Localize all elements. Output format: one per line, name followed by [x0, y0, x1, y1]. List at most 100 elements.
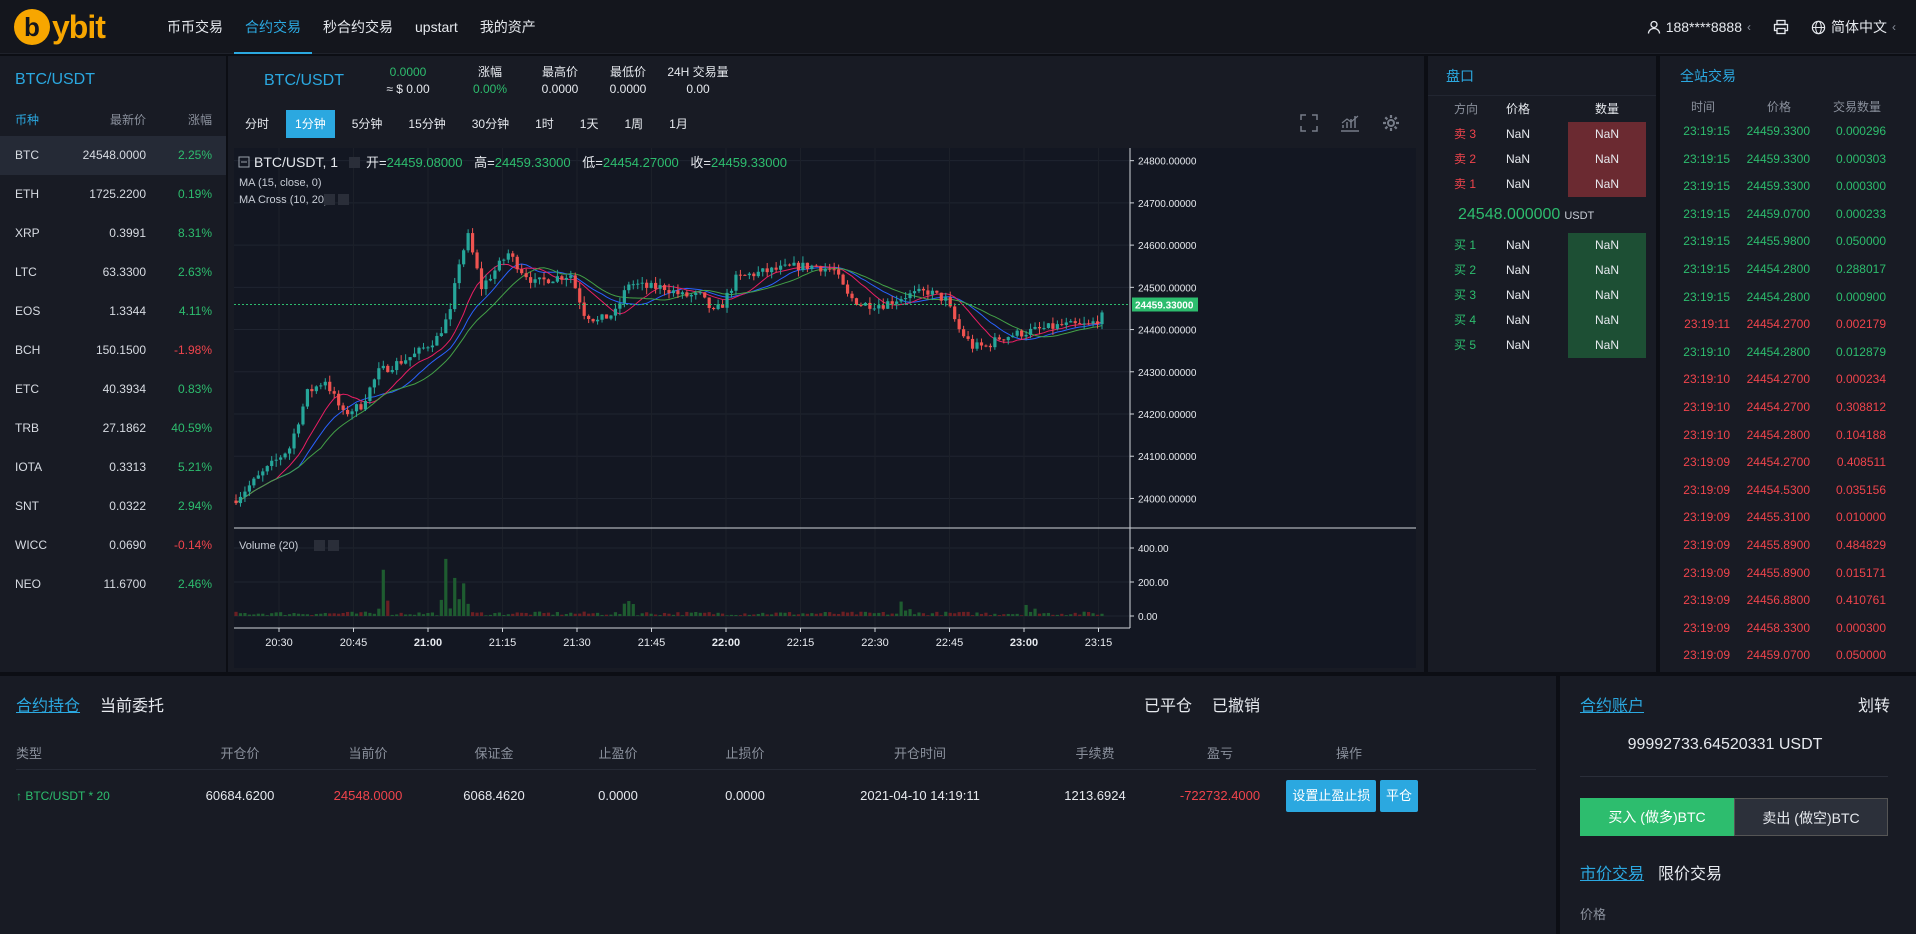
indicator-close-icon[interactable]	[338, 194, 349, 205]
ask-row[interactable]: 卖 3 NaN NaN	[1428, 122, 1656, 147]
set-tpsl-button[interactable]: 设置止盈止损	[1286, 780, 1377, 812]
candle-body	[569, 275, 573, 278]
market-coin: NEO	[15, 577, 42, 591]
market-list-header: 币种 最新价 涨幅	[0, 104, 226, 136]
ask-row[interactable]: 卖 1 NaN NaN	[1428, 172, 1656, 197]
timeframe-2[interactable]: 5分钟	[343, 110, 392, 138]
trade-row: 23:19:10 24454.2700 0.308812	[1660, 394, 1916, 422]
market-coin: EOS	[15, 304, 41, 318]
volume-bar	[752, 614, 756, 616]
bybit-logo[interactable]: b ybit	[14, 6, 106, 48]
indicator-settings-icon[interactable]	[324, 194, 335, 205]
nav-my-assets[interactable]: 我的资产	[469, 0, 547, 54]
low-value: 24454.27000	[603, 155, 679, 170]
market-row-eth[interactable]: ETH 1725.2200 0.19%	[0, 175, 226, 214]
candle-body	[850, 293, 854, 299]
sell-short-button[interactable]: 卖出 (做空)BTC	[1734, 798, 1888, 836]
volume-bar	[725, 615, 729, 616]
buy-long-button[interactable]: 买入 (做多)BTC	[1580, 798, 1734, 836]
timeframe-5[interactable]: 1时	[526, 110, 563, 138]
nav-second-contract[interactable]: 秒合约交易	[312, 0, 404, 54]
market-change: 2.63%	[177, 265, 212, 279]
trade-time: 23:19:09	[1683, 565, 1730, 580]
candle-body	[332, 391, 336, 394]
ticker-last-usd: ≈ $ 0.00	[386, 82, 430, 96]
ask-row[interactable]: 卖 2 NaN NaN	[1428, 147, 1656, 172]
account-title[interactable]: 合约账户	[1580, 692, 1644, 716]
market-row-snt[interactable]: SNT 0.0322 2.94%	[0, 487, 226, 526]
timeframe-7[interactable]: 1周	[615, 110, 652, 138]
market-row-ltc[interactable]: LTC 63.3300 2.63%	[0, 253, 226, 292]
nav-upstart[interactable]: upstart	[404, 0, 469, 54]
volume-bar	[671, 614, 676, 616]
market-row-btc[interactable]: BTC 24548.0000 2.25%	[0, 136, 226, 175]
trade-time: 23:19:09	[1683, 593, 1730, 608]
volume-settings-icon[interactable]	[314, 540, 325, 551]
bid-row[interactable]: 买 3 NaN NaN	[1428, 283, 1656, 308]
market-row-eos[interactable]: EOS 1.3344 4.11%	[0, 292, 226, 331]
bid-row[interactable]: 买 1 NaN NaN	[1428, 233, 1656, 258]
volume-bar	[908, 609, 912, 616]
candlestick-chart[interactable]: 24800.00000 24700.00000 24600.00000 24500.0…	[234, 148, 1416, 668]
language-menu[interactable]: 简体中文 ‹	[1811, 17, 1896, 37]
volume-bar	[1011, 614, 1015, 616]
ticker-last-price: 0.0000	[389, 65, 427, 79]
timeframe-3[interactable]: 15分钟	[399, 110, 454, 138]
market-row-neo[interactable]: NEO 11.6700 2.46%	[0, 565, 226, 604]
user-menu[interactable]: 188****8888 ‹	[1647, 19, 1751, 35]
market-price: 11.6700	[103, 577, 147, 591]
candle-body	[520, 269, 524, 274]
market-row-wicc[interactable]: WICC 0.0690 -0.14%	[0, 526, 226, 565]
volume-bar	[573, 613, 577, 616]
volume-bar	[591, 613, 595, 616]
volume-bar	[984, 612, 988, 616]
volume-bar	[399, 612, 403, 616]
tab-open-orders[interactable]: 当前委托	[100, 692, 164, 716]
candle-body	[555, 276, 560, 282]
market-price: 0.0690	[109, 538, 146, 552]
nav-contract-trading[interactable]: 合约交易	[234, 0, 312, 54]
indicators-icon[interactable]	[1340, 114, 1360, 132]
candle-body	[247, 485, 251, 492]
market-row-bch[interactable]: BCH 150.1500 -1.98%	[0, 331, 226, 370]
candle-body	[1055, 324, 1059, 329]
tab-market-order[interactable]: 市价交易	[1580, 860, 1644, 884]
timeframe-6[interactable]: 1天	[571, 110, 608, 138]
candle-body	[662, 285, 667, 291]
settings-gear-icon[interactable]	[1382, 114, 1400, 132]
bid-row[interactable]: 买 5 NaN NaN	[1428, 333, 1656, 358]
timeframe-1[interactable]: 1分钟	[286, 110, 335, 138]
volume-bar	[939, 615, 943, 616]
trade-price: 24458.3300	[1746, 620, 1810, 635]
tab-limit-order[interactable]: 限价交易	[1658, 860, 1722, 884]
nav-spot-trading[interactable]: 币币交易	[156, 0, 234, 54]
volume-close-icon[interactable]	[328, 540, 339, 551]
legend-settings-icon[interactable]	[349, 157, 360, 168]
book-side: 买 1	[1454, 238, 1477, 252]
timeframe-4[interactable]: 30分钟	[463, 110, 518, 138]
candle-body	[845, 284, 850, 294]
tab-positions[interactable]: 合约持仓	[16, 692, 80, 716]
timeframe-0[interactable]: 分时	[236, 110, 278, 138]
tab-cancelled[interactable]: 已撤销	[1212, 692, 1260, 716]
trade-qty: 0.002179	[1835, 317, 1886, 332]
fullscreen-icon[interactable]	[1300, 114, 1318, 132]
volume-bar	[332, 613, 336, 616]
time-tick-label: 23:15	[1085, 637, 1113, 649]
market-row-trb[interactable]: TRB 27.1862 40.59%	[0, 409, 226, 448]
market-row-etc[interactable]: ETC 40.3934 0.83%	[0, 370, 226, 409]
tab-closed[interactable]: 已平仓	[1144, 692, 1192, 716]
market-row-xrp[interactable]: XRP 0.3991 8.31%	[0, 214, 226, 253]
market-row-iota[interactable]: IOTA 0.3313 5.21%	[0, 448, 226, 487]
volume-bar	[453, 577, 457, 616]
close-position-button[interactable]: 平仓	[1379, 780, 1418, 812]
market-list-title: BTC/USDT	[15, 71, 95, 88]
print-button[interactable]	[1773, 19, 1789, 35]
candle-body	[774, 267, 778, 270]
timeframe-8[interactable]: 1月	[660, 110, 697, 138]
bid-row[interactable]: 买 4 NaN NaN	[1428, 308, 1656, 333]
transfer-button[interactable]: 划转	[1858, 692, 1890, 716]
candle-body	[497, 260, 501, 271]
bid-row[interactable]: 买 2 NaN NaN	[1428, 258, 1656, 283]
candle-body	[1011, 335, 1015, 338]
